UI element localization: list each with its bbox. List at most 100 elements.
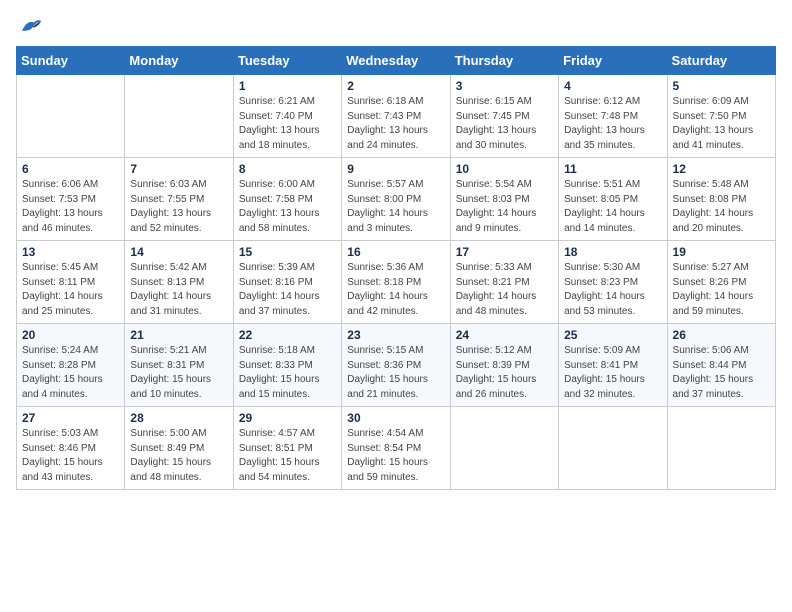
day-info: Sunrise: 5:54 AMSunset: 8:03 PMDaylight:…: [456, 178, 553, 236]
day-number: 1: [239, 79, 336, 93]
day-info: Sunrise: 5:06 AMSunset: 8:44 PMDaylight:…: [673, 344, 770, 402]
day-info: Sunrise: 6:06 AMSunset: 7:53 PMDaylight:…: [22, 178, 119, 236]
day-number: 5: [673, 79, 770, 93]
col-header-monday: Monday: [125, 47, 233, 75]
day-number: 4: [564, 79, 661, 93]
col-header-saturday: Saturday: [667, 47, 775, 75]
day-info: Sunrise: 5:51 AMSunset: 8:05 PMDaylight:…: [564, 178, 661, 236]
calendar-week-row: 20 Sunrise: 5:24 AMSunset: 8:28 PMDayligh…: [17, 324, 776, 407]
calendar-cell: 21 Sunrise: 5:21 AMSunset: 8:31 PMDayligh…: [125, 324, 233, 407]
day-info: Sunrise: 6:21 AMSunset: 7:40 PMDaylight:…: [239, 95, 336, 153]
day-number: 12: [673, 162, 770, 176]
calendar-cell: 16Sunrise: 5:36 AMSunset: 8:18 PMDayligh…: [342, 241, 450, 324]
logo-bird-icon: [18, 16, 42, 34]
calendar-cell: [125, 75, 233, 158]
day-info: Sunrise: 6:09 AMSunset: 7:50 PMDaylight:…: [673, 95, 770, 153]
day-info: Sunrise: 5:09 AMSunset: 8:41 PMDaylight:…: [564, 344, 661, 402]
day-number: 30: [347, 411, 444, 425]
day-number: 20: [22, 328, 119, 342]
day-info: Sunrise: 5:15 AMSunset: 8:36 PMDaylight:…: [347, 344, 444, 402]
day-number: 27: [22, 411, 119, 425]
day-info: Sunrise: 5:00 AMSunset: 8:49 PMDaylight:…: [130, 427, 227, 485]
calendar-cell: 8Sunrise: 6:00 AMSunset: 7:58 PMDaylight…: [233, 158, 341, 241]
calendar-table: SundayMondayTuesdayWednesdayThursdayFrid…: [16, 46, 776, 490]
day-info: Sunrise: 5:57 AMSunset: 8:00 PMDaylight:…: [347, 178, 444, 236]
day-number: 28: [130, 411, 227, 425]
day-number: 17: [456, 245, 553, 259]
calendar-cell: 7Sunrise: 6:03 AMSunset: 7:55 PMDaylight…: [125, 158, 233, 241]
calendar-week-row: 1 Sunrise: 6:21 AMSunset: 7:40 PMDaylight…: [17, 75, 776, 158]
day-info: Sunrise: 5:39 AMSunset: 8:16 PMDaylight:…: [239, 261, 336, 319]
day-number: 26: [673, 328, 770, 342]
calendar-cell: 20 Sunrise: 5:24 AMSunset: 8:28 PMDayligh…: [17, 324, 125, 407]
day-info: Sunrise: 5:27 AMSunset: 8:26 PMDaylight:…: [673, 261, 770, 319]
day-info: Sunrise: 6:18 AMSunset: 7:43 PMDaylight:…: [347, 95, 444, 153]
calendar-cell: 27Sunrise: 5:03 AMSunset: 8:46 PMDayligh…: [17, 407, 125, 490]
day-number: 24: [456, 328, 553, 342]
calendar-week-row: 13 Sunrise: 5:45 AMSunset: 8:11 PMDayligh…: [17, 241, 776, 324]
calendar-cell: 30 Sunrise: 4:54 AMSunset: 8:54 PMDayligh…: [342, 407, 450, 490]
col-header-tuesday: Tuesday: [233, 47, 341, 75]
calendar-cell: 9 Sunrise: 5:57 AMSunset: 8:00 PMDaylight…: [342, 158, 450, 241]
calendar-cell: 17 Sunrise: 5:33 AMSunset: 8:21 PMDayligh…: [450, 241, 558, 324]
day-info: Sunrise: 6:00 AMSunset: 7:58 PMDaylight:…: [239, 178, 336, 236]
calendar-cell: 5 Sunrise: 6:09 AMSunset: 7:50 PMDaylight…: [667, 75, 775, 158]
calendar-cell: [667, 407, 775, 490]
day-info: Sunrise: 4:54 AMSunset: 8:54 PMDaylight:…: [347, 427, 444, 485]
calendar-cell: [450, 407, 558, 490]
day-number: 29: [239, 411, 336, 425]
day-info: Sunrise: 6:12 AMSunset: 7:48 PMDaylight:…: [564, 95, 661, 153]
day-number: 22: [239, 328, 336, 342]
col-header-friday: Friday: [559, 47, 667, 75]
col-header-thursday: Thursday: [450, 47, 558, 75]
header: [16, 16, 776, 34]
day-number: 6: [22, 162, 119, 176]
day-number: 16: [347, 245, 444, 259]
day-number: 14: [130, 245, 227, 259]
day-number: 19: [673, 245, 770, 259]
calendar-cell: 15 Sunrise: 5:39 AMSunset: 8:16 PMDayligh…: [233, 241, 341, 324]
calendar-cell: 2 Sunrise: 6:18 AMSunset: 7:43 PMDaylight…: [342, 75, 450, 158]
day-number: 9: [347, 162, 444, 176]
calendar-cell: 10 Sunrise: 5:54 AMSunset: 8:03 PMDayligh…: [450, 158, 558, 241]
calendar-cell: 22 Sunrise: 5:18 AMSunset: 8:33 PMDayligh…: [233, 324, 341, 407]
day-info: Sunrise: 6:15 AMSunset: 7:45 PMDaylight:…: [456, 95, 553, 153]
day-number: 3: [456, 79, 553, 93]
calendar-week-row: 27Sunrise: 5:03 AMSunset: 8:46 PMDayligh…: [17, 407, 776, 490]
day-number: 23: [347, 328, 444, 342]
calendar-cell: 1 Sunrise: 6:21 AMSunset: 7:40 PMDaylight…: [233, 75, 341, 158]
calendar-cell: 29Sunrise: 4:57 AMSunset: 8:51 PMDayligh…: [233, 407, 341, 490]
calendar-header-row: SundayMondayTuesdayWednesdayThursdayFrid…: [17, 47, 776, 75]
col-header-wednesday: Wednesday: [342, 47, 450, 75]
calendar-cell: 14 Sunrise: 5:42 AMSunset: 8:13 PMDayligh…: [125, 241, 233, 324]
day-number: 13: [22, 245, 119, 259]
day-info: Sunrise: 5:24 AMSunset: 8:28 PMDaylight:…: [22, 344, 119, 402]
day-info: Sunrise: 5:33 AMSunset: 8:21 PMDaylight:…: [456, 261, 553, 319]
day-info: Sunrise: 5:45 AMSunset: 8:11 PMDaylight:…: [22, 261, 119, 319]
calendar-cell: 19 Sunrise: 5:27 AMSunset: 8:26 PMDayligh…: [667, 241, 775, 324]
day-number: 10: [456, 162, 553, 176]
day-info: Sunrise: 5:48 AMSunset: 8:08 PMDaylight:…: [673, 178, 770, 236]
day-number: 11: [564, 162, 661, 176]
day-info: Sunrise: 5:12 AMSunset: 8:39 PMDaylight:…: [456, 344, 553, 402]
calendar-cell: 6 Sunrise: 6:06 AMSunset: 7:53 PMDaylight…: [17, 158, 125, 241]
calendar-cell: [17, 75, 125, 158]
calendar-cell: 12 Sunrise: 5:48 AMSunset: 8:08 PMDayligh…: [667, 158, 775, 241]
calendar-cell: 23 Sunrise: 5:15 AMSunset: 8:36 PMDayligh…: [342, 324, 450, 407]
col-header-sunday: Sunday: [17, 47, 125, 75]
logo: [16, 16, 42, 34]
day-info: Sunrise: 5:21 AMSunset: 8:31 PMDaylight:…: [130, 344, 227, 402]
day-number: 25: [564, 328, 661, 342]
day-number: 18: [564, 245, 661, 259]
calendar-cell: 18Sunrise: 5:30 AMSunset: 8:23 PMDayligh…: [559, 241, 667, 324]
day-info: Sunrise: 5:42 AMSunset: 8:13 PMDaylight:…: [130, 261, 227, 319]
day-number: 2: [347, 79, 444, 93]
calendar-cell: 13 Sunrise: 5:45 AMSunset: 8:11 PMDayligh…: [17, 241, 125, 324]
day-info: Sunrise: 5:18 AMSunset: 8:33 PMDaylight:…: [239, 344, 336, 402]
day-number: 15: [239, 245, 336, 259]
calendar-cell: 26 Sunrise: 5:06 AMSunset: 8:44 PMDayligh…: [667, 324, 775, 407]
calendar-cell: [559, 407, 667, 490]
calendar-cell: 4 Sunrise: 6:12 AMSunset: 7:48 PMDaylight…: [559, 75, 667, 158]
calendar-week-row: 6 Sunrise: 6:06 AMSunset: 7:53 PMDaylight…: [17, 158, 776, 241]
day-number: 21: [130, 328, 227, 342]
